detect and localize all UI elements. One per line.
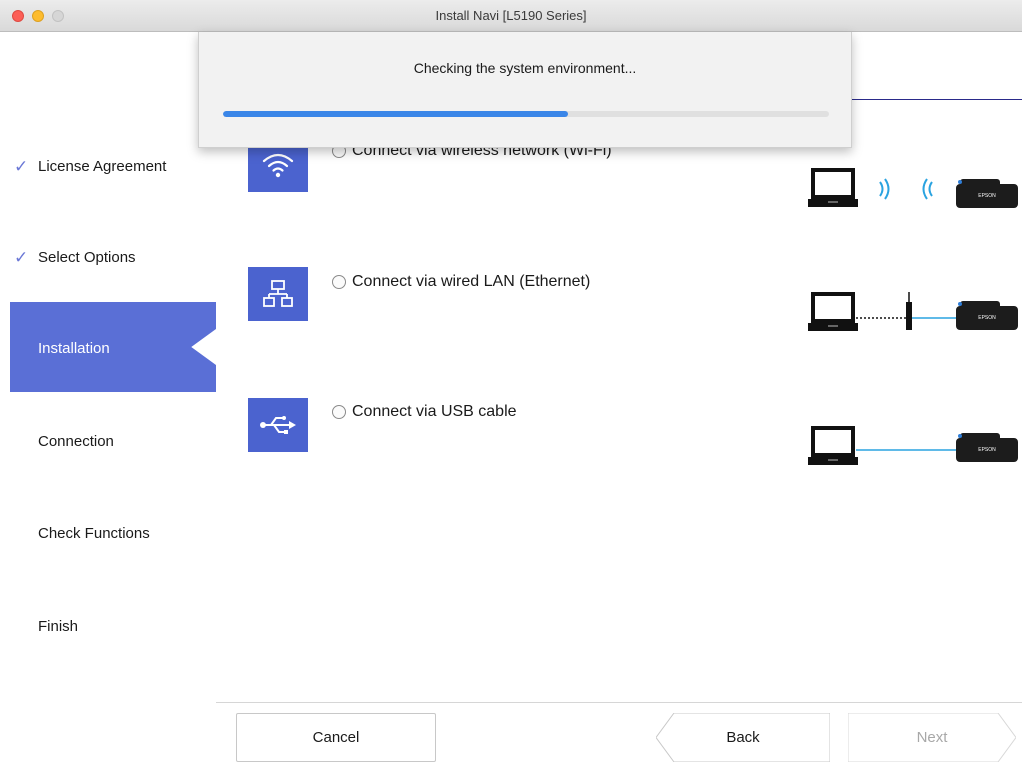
option-ethernet-label: Connect via wired LAN (Ethernet) [352, 273, 591, 290]
usb-diagram: EPSON [808, 424, 1018, 474]
back-button-label: Back [726, 729, 760, 746]
ethernet-network-icon [248, 267, 308, 321]
step-label: Connection [38, 433, 114, 450]
progress-bar [223, 111, 829, 117]
step-label: Check Functions [38, 525, 150, 542]
window-title: Install Navi [L5190 Series] [435, 8, 587, 23]
printer-icon: EPSON [956, 179, 1018, 208]
step-installation: Installation [10, 302, 216, 392]
radio-ethernet[interactable] [332, 275, 346, 289]
header-divider [850, 99, 1022, 100]
progress-message: Checking the system environment... [413, 60, 637, 76]
option-usb-label: Connect via USB cable [352, 403, 517, 420]
back-button[interactable]: Back [656, 713, 830, 762]
title-bar: Install Navi [L5190 Series] [0, 0, 1022, 32]
ethernet-diagram: EPSON [808, 290, 1018, 340]
wifi-signal-in-icon [922, 178, 933, 200]
progress-dialog: Checking the system environment... [198, 32, 852, 148]
step-label: License Agreement [38, 158, 167, 175]
check-icon: ✓ [14, 157, 29, 176]
next-button[interactable]: Next [848, 713, 1016, 762]
wifi-signal-out-icon [879, 178, 890, 200]
printer-icon: EPSON [956, 301, 1018, 330]
printer-icon: EPSON [956, 433, 1018, 462]
next-button-label: Next [916, 729, 948, 746]
footer-divider [216, 702, 1022, 703]
step-label: Select Options [38, 249, 136, 266]
step-label: Installation [38, 340, 110, 357]
step-label: Finish [38, 618, 79, 635]
wifi-diagram: EPSON [808, 166, 1018, 216]
option-ethernet[interactable]: Connect via wired LAN (Ethernet) [332, 273, 590, 291]
check-icon: ✓ [14, 248, 29, 267]
cancel-button[interactable]: Cancel [236, 713, 436, 762]
radio-usb[interactable] [332, 405, 346, 419]
usb-cable-icon [856, 449, 956, 451]
option-usb[interactable]: Connect via USB cable [332, 403, 517, 421]
laptop-icon [808, 168, 858, 207]
usb-icon [248, 398, 308, 452]
progress-bar-fill [223, 111, 569, 117]
